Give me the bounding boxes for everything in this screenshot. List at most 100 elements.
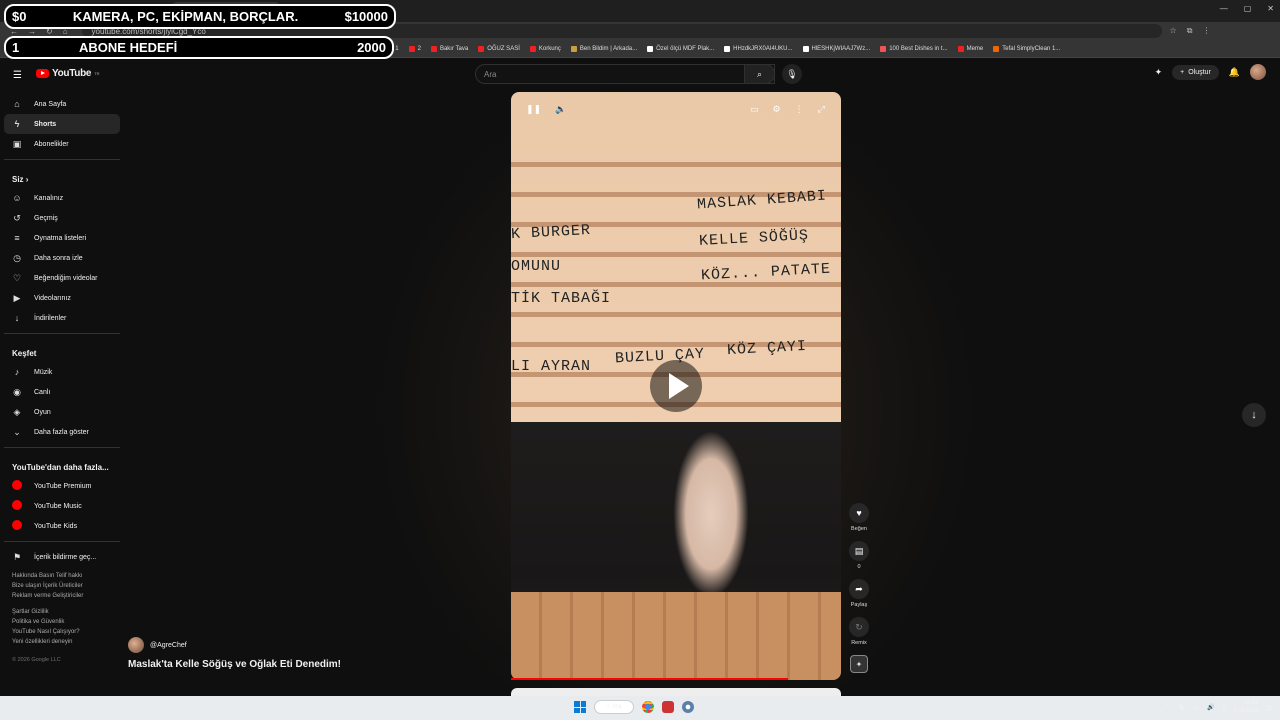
comment-button[interactable]: ▤: [849, 541, 869, 561]
pause-icon[interactable]: ❚❚: [526, 104, 541, 115]
sidebar-item-daha-fazla-göster[interactable]: ⌄ Daha fazla göster: [4, 422, 120, 442]
footer-line[interactable]: Bize ulaşın İçerik Üreticiler: [12, 581, 116, 591]
bookmark-favicon-icon: [408, 45, 415, 52]
sidebar-you-header[interactable]: Siz ›: [4, 165, 120, 188]
sparkle-icon[interactable]: ✦: [1155, 67, 1163, 78]
create-button[interactable]: + Oluştur: [1172, 64, 1219, 80]
captions-icon[interactable]: ▭: [750, 104, 759, 115]
bookmark-item[interactable]: OĞUZ SASİ: [478, 45, 520, 52]
mic-icon[interactable]: 🎙: [1178, 704, 1186, 711]
settings-gear-icon[interactable]: [682, 701, 694, 713]
bookmark-item[interactable]: HHzdkJRX0AI4UKU...: [724, 45, 793, 52]
sidebar-item-daha-sonra-izle[interactable]: ◷ Daha sonra izle: [4, 248, 120, 268]
next-short-preview[interactable]: [511, 688, 841, 696]
volume-icon[interactable]: 🔈: [555, 104, 566, 115]
share-button[interactable]: ➦: [849, 579, 869, 599]
bookmark-label: Korkunç: [538, 45, 561, 52]
voice-search-button[interactable]: 🎙: [782, 64, 802, 84]
sidebar-item-videolarınız[interactable]: ▶ Videolarınız: [4, 288, 120, 308]
bookmark-favicon-icon: [724, 45, 731, 52]
channel-avatar[interactable]: [128, 637, 144, 653]
extensions-icon[interactable]: ⧉: [1187, 26, 1193, 36]
close-icon[interactable]: ✕: [1267, 4, 1274, 13]
sidebar-footer: Hakkında Basın Telif hakkı Bize ulaşın İ…: [12, 571, 116, 665]
maximize-icon[interactable]: ▢: [1244, 4, 1252, 13]
sidebar-item-geçmiş[interactable]: ↺ Geçmiş: [4, 208, 120, 228]
notification-icon[interactable]: ◫: [1266, 704, 1272, 711]
notifications-bell-icon[interactable]: 🔔: [1229, 67, 1240, 78]
video-progress-bar[interactable]: [511, 678, 789, 680]
sidebar-item-label: Canlı: [34, 388, 51, 396]
bookmark-item[interactable]: 100 Best Dishes in t...: [880, 45, 948, 52]
bookmark-item[interactable]: Korkunç: [529, 45, 561, 52]
search-button[interactable]: ⌕: [744, 64, 775, 84]
bookmark-item[interactable]: Tefal SimplyClean 1...: [993, 45, 1060, 52]
sidebar-item-label: Kanalınız: [34, 194, 64, 202]
bookmark-label: Özel ölçü MDF Plak...: [656, 45, 715, 52]
sidebar-item-oynatma-listeleri[interactable]: ≡ Oynatma listeleri: [4, 228, 120, 248]
comment-count: 0: [857, 564, 861, 570]
bookmark-item[interactable]: Özel ölçü MDF Plak...: [647, 45, 715, 52]
app-icon[interactable]: [662, 701, 674, 713]
sidebar-item-abonelikler[interactable]: ▣ Abonelikler: [4, 134, 120, 154]
bookmark-item[interactable]: 2: [408, 45, 421, 52]
bookmark-favicon-icon: [570, 45, 577, 52]
bookmark-item[interactable]: Bakır Tava: [430, 45, 468, 52]
youtube-logo-icon: [12, 480, 22, 492]
footer-line[interactable]: Şartlar Gizlilik: [12, 607, 116, 617]
sidebar-item-ana-sayfa[interactable]: ⌂ Ana Sayfa: [4, 94, 120, 114]
sidebar-item-müzik[interactable]: ♪ Müzik: [4, 362, 120, 382]
battery-icon[interactable]: ▯: [1223, 704, 1226, 711]
money-goal: $10000: [344, 9, 388, 24]
youtube-logo[interactable]: YouTube TR: [36, 68, 100, 79]
sidebar-item-shorts[interactable]: ϟ Shorts: [4, 114, 120, 134]
channel-name[interactable]: @AgreChef: [150, 642, 187, 649]
subscriber-goal-overlay: 1 ABONE HEDEFİ 2000: [4, 36, 394, 59]
bookmark-item[interactable]: HlESHKjWIAAJ7Wz...: [802, 45, 870, 52]
windows-start-icon[interactable]: [574, 701, 586, 713]
chevron-up-icon[interactable]: ⌃: [1165, 704, 1170, 711]
settings-gear-icon[interactable]: ⚙: [773, 104, 781, 115]
network-icon[interactable]: ▭: [1193, 704, 1199, 711]
sidebar-item-youtube-music[interactable]: YouTube Music: [4, 496, 120, 516]
sidebar-item-beğendiğim-videolar[interactable]: ♡ Beğendiğim videolar: [4, 268, 120, 288]
menu-hamburger-icon[interactable]: ☰: [13, 70, 23, 81]
next-video-button[interactable]: ↓: [1242, 403, 1266, 427]
footer-line[interactable]: YouTube Nasıl Çalışıyor?: [12, 627, 116, 637]
remix-button[interactable]: ↻: [849, 617, 869, 637]
fullscreen-icon[interactable]: ⤢: [818, 104, 825, 115]
bookmark-star-icon[interactable]: ☆: [1170, 26, 1177, 36]
footer-line[interactable]: Yeni özellikleri deneyin: [12, 637, 116, 647]
sidebar-item-label: Abonelikler: [34, 140, 69, 148]
subscriptions-icon: ▣: [12, 138, 22, 149]
big-play-button[interactable]: [650, 360, 702, 412]
audio-thumbnail[interactable]: ✦: [850, 655, 868, 673]
bookmark-item[interactable]: Ben Bildim | Arkada...: [570, 45, 637, 52]
footer-line[interactable]: Hakkında Basın Telif hakkı: [12, 571, 116, 581]
footer-line[interactable]: Politika ve Güvenlik: [12, 617, 116, 627]
chrome-icon[interactable]: [642, 701, 654, 713]
more-dots-icon[interactable]: ⋮: [795, 104, 804, 115]
sidebar-item-oyun[interactable]: ◈ Oyun: [4, 402, 120, 422]
goal-text: KAMERA, PC, EKİPMAN, BORÇLAR.: [72, 9, 299, 24]
sidebar-item-youtube-kids[interactable]: YouTube Kids: [4, 516, 120, 536]
search-input[interactable]: Ara: [475, 64, 775, 84]
volume-icon[interactable]: 🔊: [1207, 704, 1214, 711]
sidebar-item-report[interactable]: ⚑ İçerik bildirme geç...: [4, 547, 120, 567]
sidebar-item-kanalınız[interactable]: ☺ Kanalınız: [4, 188, 120, 208]
sidebar-item-youtube-premium[interactable]: YouTube Premium: [4, 476, 120, 496]
sidebar-item-canlı[interactable]: ◉ Canlı: [4, 382, 120, 402]
sign-text: KÖZ... PATATE: [700, 260, 832, 285]
channel-info[interactable]: @AgreChef: [128, 637, 187, 653]
account-avatar[interactable]: [1250, 64, 1266, 80]
minimize-icon[interactable]: —: [1220, 4, 1228, 13]
clock[interactable]: 21:51 5.08.2026: [1234, 699, 1258, 715]
footer-line[interactable]: Reklam verme Geliştiriciler: [12, 591, 116, 601]
bookmark-item[interactable]: Meme: [957, 45, 983, 52]
like-button[interactable]: ♥: [849, 503, 869, 523]
menu-dots-icon[interactable]: ⋮: [1202, 26, 1210, 36]
taskbar-search[interactable]: ⌕ Ara: [594, 700, 634, 714]
sidebar-item-label: YouTube Premium: [34, 482, 92, 490]
sidebar-item-i-ndirilenler[interactable]: ↓ İndirilenler: [4, 308, 120, 328]
wooden-counter: [511, 592, 841, 680]
